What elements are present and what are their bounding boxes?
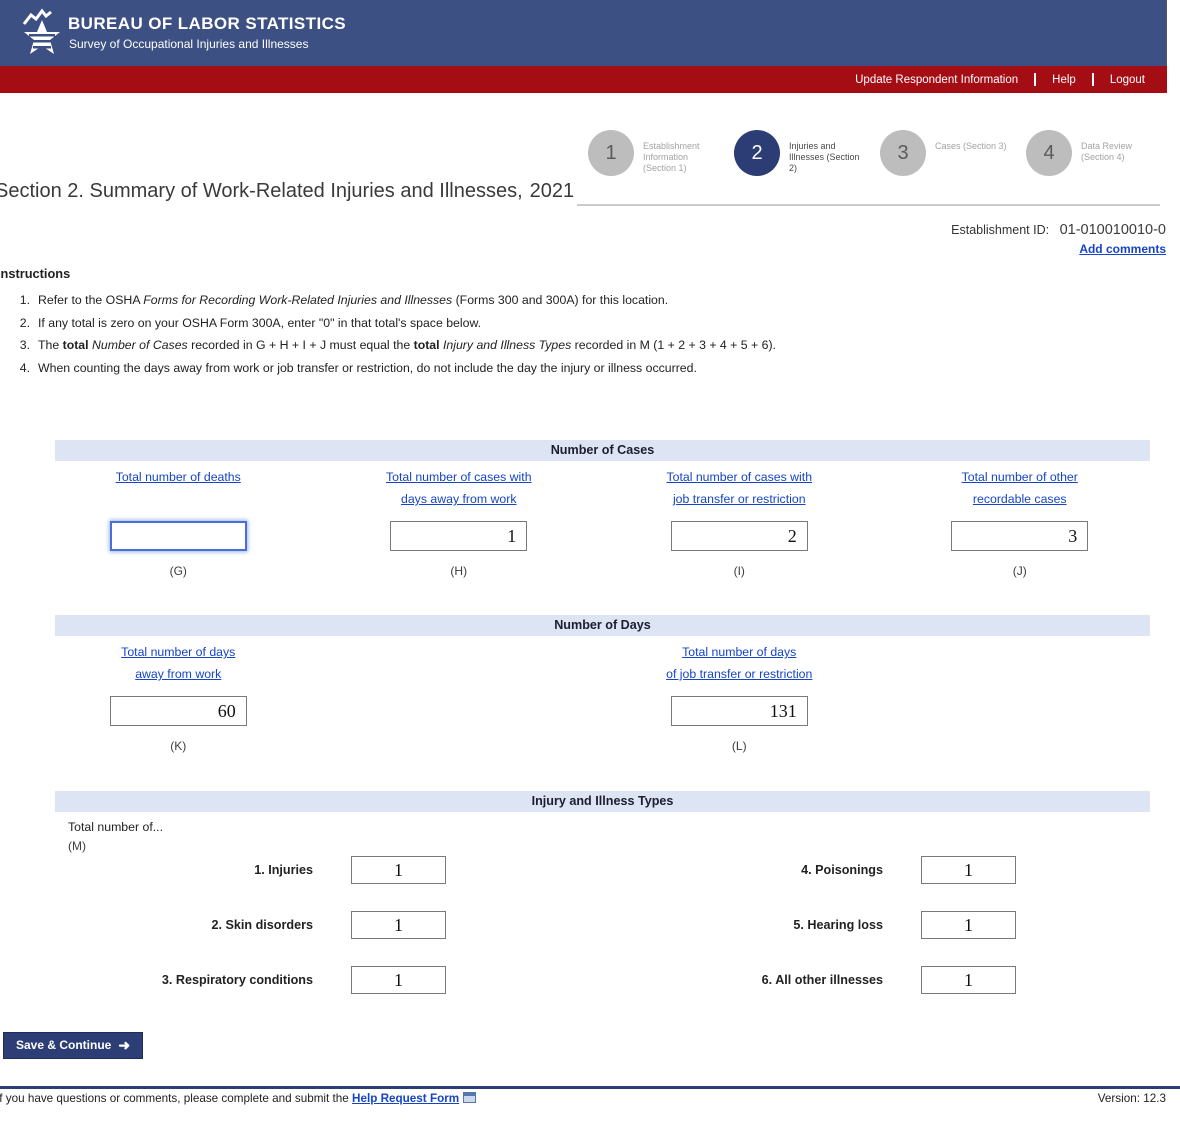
step-data-review[interactable]: 4 Data Review (Section 4) bbox=[1026, 130, 1161, 176]
deaths-input[interactable] bbox=[110, 521, 247, 551]
step-label: Cases (Section 3) bbox=[935, 130, 1007, 176]
step-number-badge: 4 bbox=[1026, 130, 1072, 176]
bls-logo-icon bbox=[20, 8, 64, 58]
number-of-cases-section: Number of Cases Total number of deaths (… bbox=[38, 440, 1160, 578]
number-of-cases-heading: Number of Cases bbox=[55, 440, 1150, 461]
number-of-days-section: Number of Days Total number of days away… bbox=[38, 615, 1160, 753]
job-transfer-days-link[interactable]: of job transfer or restriction bbox=[666, 663, 812, 685]
job-transfer-cases-input[interactable] bbox=[671, 521, 808, 551]
step-number-badge: 3 bbox=[880, 130, 926, 176]
poisonings-input[interactable] bbox=[921, 856, 1016, 884]
new-window-icon bbox=[463, 1092, 476, 1103]
skin-disorders-input[interactable] bbox=[351, 911, 446, 939]
progress-steps: 1 Establishment Information (Section 1) … bbox=[588, 130, 1161, 176]
step-number-badge: 1 bbox=[588, 130, 634, 176]
injury-illness-types-heading: Injury and Illness Types bbox=[55, 791, 1150, 812]
injuries-label: 1. Injuries bbox=[38, 863, 313, 877]
number-of-days-heading: Number of Days bbox=[55, 615, 1150, 636]
column-letter-i: (I) bbox=[734, 564, 745, 578]
help-request-form-link[interactable]: Help Request Form bbox=[352, 1092, 459, 1105]
days-away-input[interactable] bbox=[110, 696, 247, 726]
job-transfer-cases-link[interactable]: job transfer or restriction bbox=[666, 488, 812, 510]
establishment-block: Establishment ID: 01-010010010-0 Add com… bbox=[951, 221, 1166, 258]
survey-year: 2021 bbox=[530, 180, 575, 202]
respiratory-conditions-label: 3. Respiratory conditions bbox=[38, 973, 313, 987]
arrow-right-icon: ➜ bbox=[118, 1039, 130, 1051]
poisonings-label: 4. Poisonings bbox=[484, 863, 883, 877]
help-link[interactable]: Help bbox=[1052, 74, 1076, 86]
survey-subtitle: Survey of Occupational Injuries and Illn… bbox=[69, 37, 308, 51]
other-illnesses-label: 6. All other illnesses bbox=[484, 973, 883, 987]
other-recordable-link[interactable]: Total number of other bbox=[962, 466, 1078, 488]
column-letter-h: (H) bbox=[450, 564, 467, 578]
job-transfer-days-column: Total number of days of job transfer or … bbox=[599, 641, 880, 753]
job-transfer-cases-link[interactable]: Total number of cases with bbox=[666, 466, 812, 488]
types-intro-text: Total number of... bbox=[68, 820, 1160, 834]
instruction-item: 3.The total Number of Cases recorded in … bbox=[0, 334, 1180, 357]
utility-nav: Update Respondent Information Help Logou… bbox=[0, 66, 1167, 93]
nav-divider bbox=[1034, 73, 1036, 86]
column-letter-m: (M) bbox=[68, 839, 1160, 853]
header-bar: BUREAU OF LABOR STATISTICS Survey of Occ… bbox=[0, 0, 1167, 66]
title-underline bbox=[577, 204, 1160, 206]
page-footer: If you have questions or comments, pleas… bbox=[0, 1086, 1180, 1092]
add-comments-link[interactable]: Add comments bbox=[1079, 242, 1166, 256]
step-injuries-illnesses[interactable]: 2 Injuries and Illnesses (Section 2) bbox=[734, 130, 880, 176]
skin-disorders-label: 2. Skin disorders bbox=[38, 918, 313, 932]
days-away-cases-link[interactable]: days away from work bbox=[386, 488, 532, 510]
nav-divider bbox=[1092, 73, 1094, 86]
instruction-item: 2.If any total is zero on your OSHA Form… bbox=[0, 312, 1180, 335]
column-letter-g: (G) bbox=[170, 564, 187, 578]
step-number-badge: 2 bbox=[734, 130, 780, 176]
total-days-away-link[interactable]: away from work bbox=[121, 663, 235, 685]
days-away-cases-input[interactable] bbox=[390, 521, 527, 551]
injuries-input[interactable] bbox=[351, 856, 446, 884]
instruction-item: 1.Refer to the OSHA Forms for Recording … bbox=[0, 289, 1180, 312]
bls-survey-page: BUREAU OF LABOR STATISTICS Survey of Occ… bbox=[0, 0, 1180, 1125]
total-days-away-link[interactable]: Total number of days bbox=[121, 641, 235, 663]
days-away-cases-column: Total number of cases with days away fro… bbox=[319, 466, 600, 578]
other-illnesses-input[interactable] bbox=[921, 966, 1016, 994]
total-deaths-link[interactable]: Total number of deaths bbox=[116, 466, 241, 488]
respiratory-conditions-input[interactable] bbox=[351, 966, 446, 994]
section-title-text: Section 2. Summary of Work-Related Injur… bbox=[0, 180, 523, 202]
establishment-id-label: Establishment ID: bbox=[951, 223, 1049, 237]
instructions-list: 1.Refer to the OSHA Forms for Recording … bbox=[0, 289, 1180, 379]
job-transfer-days-input[interactable] bbox=[671, 696, 808, 726]
step-label: Data Review (Section 4) bbox=[1081, 130, 1161, 176]
column-letter-l: (L) bbox=[732, 739, 747, 753]
days-away-cases-link[interactable]: Total number of cases with bbox=[386, 466, 532, 488]
types-grid: 1. Injuries 4. Poisonings 2. Skin disord… bbox=[38, 856, 1160, 994]
days-away-column: Total number of days away from work (K) bbox=[38, 641, 319, 753]
step-establishment-information[interactable]: 1 Establishment Information (Section 1) bbox=[588, 130, 734, 176]
save-continue-button[interactable]: Save & Continue ➜ bbox=[3, 1032, 143, 1059]
other-recordable-column: Total number of other recordable cases (… bbox=[880, 466, 1161, 578]
save-continue-label: Save & Continue bbox=[16, 1038, 111, 1052]
column-letter-k: (K) bbox=[170, 739, 186, 753]
column-letter-j: (J) bbox=[1013, 564, 1027, 578]
instructions-section: Instructions 1.Refer to the OSHA Forms f… bbox=[0, 266, 1180, 379]
job-transfer-days-link[interactable]: Total number of days bbox=[666, 641, 812, 663]
other-recordable-input[interactable] bbox=[951, 521, 1088, 551]
instruction-item: 4.When counting the days away from work … bbox=[0, 357, 1180, 380]
step-label: Establishment Information (Section 1) bbox=[643, 130, 723, 176]
deaths-column: Total number of deaths (G) bbox=[38, 466, 319, 578]
hearing-loss-input[interactable] bbox=[921, 911, 1016, 939]
version-label: Version: 12.3 bbox=[1098, 1092, 1166, 1105]
update-respondent-link[interactable]: Update Respondent Information bbox=[855, 74, 1018, 86]
logout-link[interactable]: Logout bbox=[1110, 74, 1145, 86]
step-cases[interactable]: 3 Cases (Section 3) bbox=[880, 130, 1026, 176]
other-recordable-link[interactable]: recordable cases bbox=[962, 488, 1078, 510]
injury-illness-types-section: Injury and Illness Types Total number of… bbox=[38, 791, 1160, 994]
page-title: Section 2. Summary of Work-Related Injur… bbox=[0, 180, 574, 203]
agency-title: BUREAU OF LABOR STATISTICS bbox=[68, 14, 346, 34]
instructions-heading: Instructions bbox=[0, 266, 1180, 281]
hearing-loss-label: 5. Hearing loss bbox=[484, 918, 883, 932]
footer-help-text: If you have questions or comments, pleas… bbox=[0, 1092, 476, 1105]
job-transfer-cases-column: Total number of cases with job transfer … bbox=[599, 466, 880, 578]
step-label: Injuries and Illnesses (Section 2) bbox=[789, 130, 869, 176]
establishment-id-value: 01-010010010-0 bbox=[1060, 222, 1166, 238]
